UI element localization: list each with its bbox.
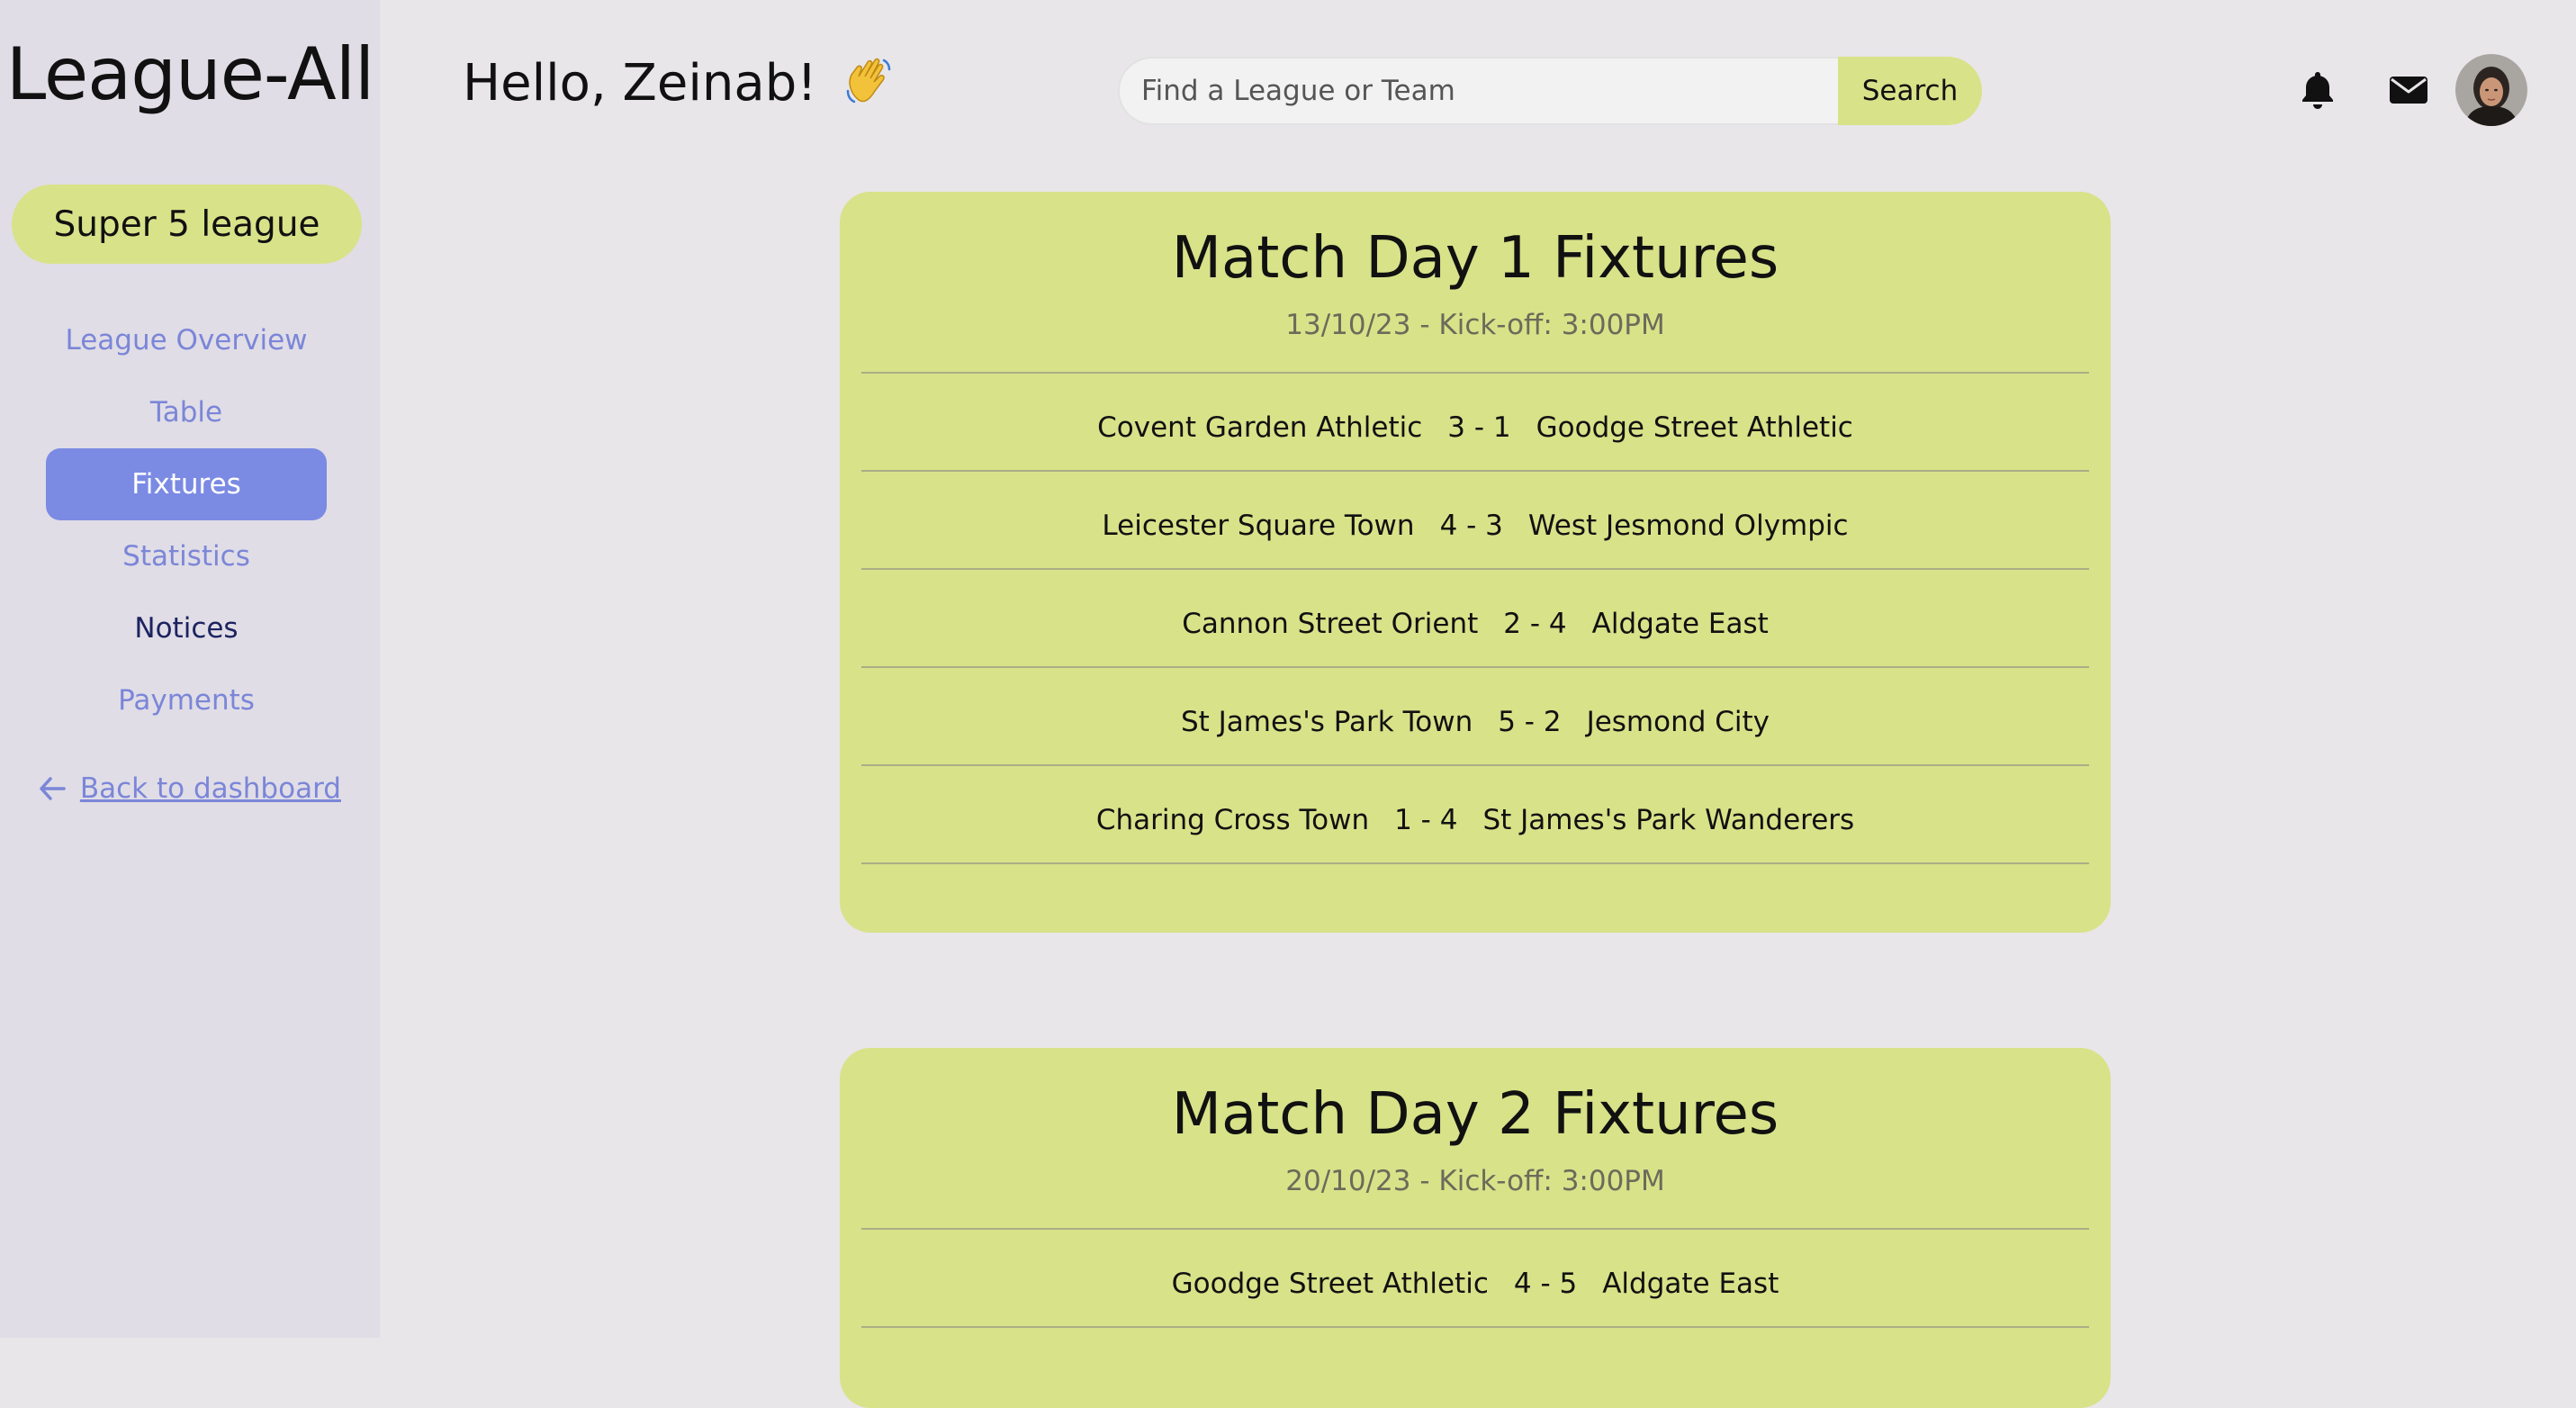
away-team: West Jesmond Olympic [1527,509,1849,542]
away-team: St James's Park Wanderers [1482,803,1855,836]
home-team: Goodge Street Athletic [1171,1267,1489,1300]
matchday-subtitle: 20/10/23 - Kick-off: 3:00PM [1285,1165,1665,1197]
away-team: Aldgate East [1602,1267,1779,1300]
sidebar-item-table[interactable]: Table [46,376,327,448]
search-button[interactable]: Search [1838,57,1982,125]
sidebar-item-payments[interactable]: Payments [46,664,327,736]
arrow-left-icon [39,772,75,805]
home-team: Leicester Square Town [1102,509,1415,542]
matchday-card: Match Day 2 Fixtures 20/10/23 - Kick-off… [840,1048,2111,1408]
sidebar-item-statistics[interactable]: Statistics [46,520,327,592]
fixture-row[interactable]: Leicester Square Town 4 - 3 West Jesmond… [861,472,2089,570]
home-team: Cannon Street Orient [1182,607,1479,640]
app-logo[interactable]: League-All [0,32,380,116]
bell-icon[interactable] [2296,68,2339,112]
home-team: Covent Garden Athletic [1097,411,1423,444]
matchday-subtitle: 13/10/23 - Kick-off: 3:00PM [1285,309,1665,341]
search-input[interactable] [1118,57,1838,125]
fixture-row[interactable]: Goodge Street Athletic 4 - 5 Aldgate Eas… [861,1230,2089,1328]
sidebar-item-notices[interactable]: Notices [46,592,327,664]
sidebar: League-All Super 5 league League Overvie… [0,0,380,1338]
home-team: St James's Park Town [1180,705,1473,738]
back-to-dashboard-label: Back to dashboard [79,772,341,805]
home-team: Charing Cross Town [1095,803,1370,836]
sidebar-item-league-overview[interactable]: League Overview [46,304,327,376]
score: 5 - 2 [1498,705,1562,738]
league-name-pill[interactable]: Super 5 league [12,185,362,264]
fixture-row[interactable]: Cannon Street Orient 2 - 4 Aldgate East [861,570,2089,668]
search-bar: Search [1118,57,1982,125]
fixture-row[interactable]: Covent Garden Athletic 3 - 1 Goodge Stre… [861,374,2089,472]
score: 4 - 3 [1439,509,1503,542]
matchday-title: Match Day 2 Fixtures [1171,1081,1779,1148]
away-team: Aldgate East [1591,607,1769,640]
sidebar-item-fixtures[interactable]: Fixtures [46,448,327,520]
envelope-icon[interactable] [2387,68,2430,112]
fixture-row[interactable]: Charing Cross Town 1 - 4 St James's Park… [861,766,2089,864]
greeting-heading: Hello, Zeinab! [463,54,895,113]
greeting-text: Hello, Zeinab! [463,54,817,113]
score: 3 - 1 [1447,411,1511,444]
fixture-row[interactable]: St James's Park Town 5 - 2 Jesmond City [861,668,2089,766]
away-team: Goodge Street Athletic [1536,411,1853,444]
score: 2 - 4 [1503,607,1567,640]
score: 1 - 4 [1394,803,1458,836]
waving-hand-icon [842,55,895,107]
score: 4 - 5 [1513,1267,1578,1300]
back-to-dashboard-link[interactable]: Back to dashboard [0,772,380,805]
away-team: Jesmond City [1586,705,1770,738]
user-avatar[interactable] [2455,54,2527,126]
matchday-card: Match Day 1 Fixtures 13/10/23 - Kick-off… [840,192,2111,933]
matchday-title: Match Day 1 Fixtures [1171,225,1779,292]
